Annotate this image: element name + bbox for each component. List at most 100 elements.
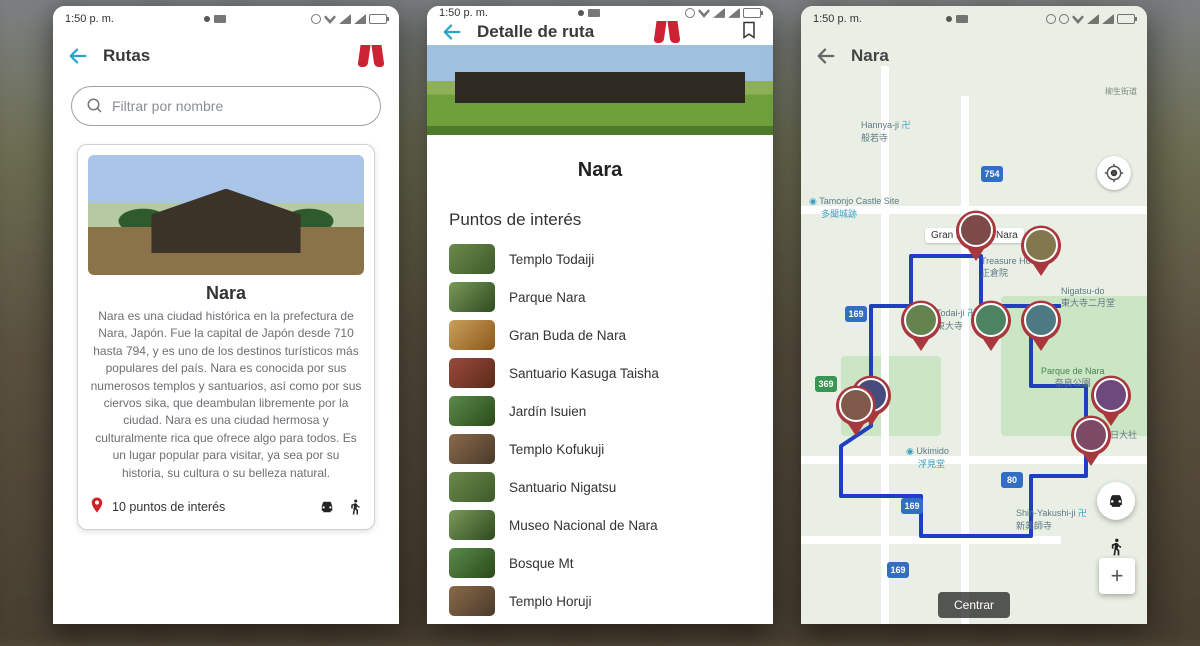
wifi-icon (1072, 14, 1084, 24)
page-title: Nara (851, 46, 889, 66)
poi-item[interactable]: Museo Nacional de Nara (449, 510, 751, 540)
screen-route-detail: 1:50 p. m. Detalle de ruta (427, 6, 773, 624)
signal-icon-2 (1102, 14, 1114, 24)
poi-label: Parque Nara (509, 290, 586, 305)
wifi-icon (324, 14, 336, 24)
poi-item[interactable]: Bosque Mt (449, 548, 751, 578)
map-photo-pin[interactable] (1068, 414, 1114, 466)
search-input[interactable]: Filtrar por nombre (71, 86, 381, 126)
screen-routes: 1:50 p. m. Rutas Filtrar (53, 6, 399, 624)
location-pin-icon (88, 496, 106, 519)
back-button[interactable] (441, 21, 463, 43)
poi-item[interactable]: Templo Horuji (449, 586, 751, 616)
map-photo-pin[interactable] (968, 299, 1014, 351)
poi-thumbnail (449, 358, 495, 388)
location-icon (1046, 14, 1056, 24)
logo-arch-icon (357, 45, 385, 67)
map-label-shin: Shin-Yakushi-ji 卍新薬師寺 (1016, 506, 1087, 532)
dot-icon (578, 10, 584, 16)
status-right-icons (685, 8, 761, 18)
poi-label: Templo Todaiji (509, 252, 594, 267)
map-photo-pin[interactable] (1018, 299, 1064, 351)
map-photo-pin[interactable] (953, 209, 999, 261)
alarm-icon (685, 8, 695, 18)
poi-item[interactable]: Santuario Kasuga Taisha (449, 358, 751, 388)
map-photo-pin[interactable] (833, 384, 879, 436)
app-bar: Nara (801, 32, 1147, 80)
poi-thumbnail (449, 586, 495, 616)
route-shield: 169 (887, 562, 909, 578)
youtube-icon (956, 15, 968, 23)
card-footer: 10 puntos de interés (88, 496, 364, 519)
status-left-icons (204, 15, 226, 23)
map-photo-pin[interactable] (898, 299, 944, 351)
back-button[interactable] (815, 45, 837, 67)
alarm-icon (311, 14, 321, 24)
battery-icon (1117, 14, 1135, 24)
poi-thumbnail (449, 472, 495, 502)
signal-icon-2 (728, 8, 740, 18)
car-mode-button[interactable] (1097, 482, 1135, 520)
poi-label: Gran Buda de Nara (509, 328, 626, 343)
search-placeholder: Filtrar por nombre (112, 98, 223, 114)
poi-label: Templo Kofukuji (509, 442, 604, 457)
poi-thumbnail (449, 510, 495, 540)
map-photo-pin[interactable] (1018, 224, 1064, 276)
poi-thumbnail (449, 244, 495, 274)
signal-icon-2 (354, 14, 366, 24)
poi-label: Templo Horuji (509, 594, 592, 609)
poi-thumbnail (449, 282, 495, 312)
bookmark-button[interactable] (739, 20, 759, 45)
back-button[interactable] (67, 45, 89, 67)
app-bar: Detalle de ruta (427, 20, 773, 45)
walk-icon[interactable] (346, 498, 364, 516)
map-label-hannya: Hannya-ji 卍 般若寺 (861, 118, 911, 144)
poi-item[interactable]: Templo Kofukuji (449, 434, 751, 464)
map-label-tamonjo: ◉ Tamonjo Castle Site 多聞城跡 (809, 196, 899, 220)
status-right-icons (311, 14, 387, 24)
wifi-icon (698, 8, 710, 18)
status-right-icons (1046, 14, 1135, 24)
status-bar: 1:50 p. m. (53, 6, 399, 32)
signal-icon (339, 14, 351, 24)
car-icon[interactable] (318, 498, 336, 516)
status-time: 1:50 p. m. (439, 7, 488, 19)
dot-icon (946, 16, 952, 22)
poi-thumbnail (449, 396, 495, 426)
poi-item[interactable]: Parque Nara (449, 282, 751, 312)
poi-item[interactable]: Jardín Isuien (449, 396, 751, 426)
map-label-nigatsu: Nigatsu-do東大寺二月堂 (1061, 286, 1115, 309)
app-logo[interactable] (653, 21, 681, 43)
poi-item[interactable]: Gran Buda de Nara (449, 320, 751, 350)
status-left-icons (578, 9, 600, 17)
battery-icon (369, 14, 387, 24)
signal-icon (1087, 14, 1099, 24)
page-title: Rutas (103, 46, 150, 66)
route-shield: 169 (845, 306, 867, 322)
poi-item[interactable]: Templo Todaiji (449, 244, 751, 274)
route-shield: 169 (901, 498, 923, 514)
alarm-icon (1059, 14, 1069, 24)
app-logo[interactable] (357, 45, 385, 67)
search-icon (86, 97, 104, 115)
poi-section-title: Puntos de interés (449, 210, 751, 230)
poi-list[interactable]: Templo Todaiji Parque Nara Gran Buda de Na… (449, 244, 751, 616)
route-shield: 754 (981, 166, 1003, 182)
poi-count: 10 puntos de interés (112, 500, 225, 514)
status-time: 1:50 p. m. (65, 13, 114, 25)
card-description: Nara es una ciudad histórica en la prefe… (88, 308, 364, 482)
route-banner-image (427, 45, 773, 135)
travel-mode-icons (318, 498, 364, 516)
poi-thumbnail (449, 434, 495, 464)
status-time: 1:50 p. m. (813, 13, 862, 25)
map-canvas[interactable]: 柳生街道 Hannya-ji 卍 般若寺 ◉ Tamonjo Castle Si… (801, 6, 1147, 624)
my-location-button[interactable] (1097, 156, 1131, 190)
route-shield: 80 (1001, 472, 1023, 488)
zoom-in-button[interactable]: + (1099, 558, 1135, 594)
poi-item[interactable]: Santuario Nigatsu (449, 472, 751, 502)
route-card[interactable]: Nara Nara es una ciudad histórica en la … (77, 144, 375, 530)
poi-label: Santuario Kasuga Taisha (509, 366, 659, 381)
dot-icon (204, 16, 210, 22)
center-button[interactable]: Centrar (938, 592, 1010, 618)
screen-map: 柳生街道 Hannya-ji 卍 般若寺 ◉ Tamonjo Castle Si… (801, 6, 1147, 624)
